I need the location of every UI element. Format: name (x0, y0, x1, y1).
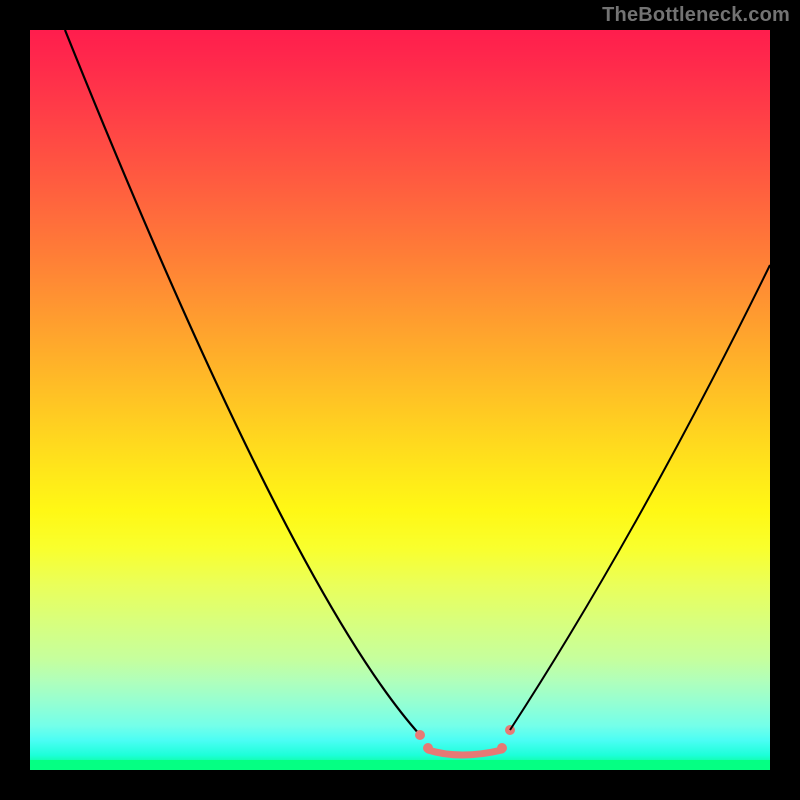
marker-right-2 (497, 743, 507, 753)
chart-container: TheBottleneck.com (0, 0, 800, 800)
plot-area (30, 30, 770, 770)
curve-left (65, 30, 420, 735)
watermark-text: TheBottleneck.com (602, 4, 790, 27)
bottom-run (428, 750, 502, 755)
curve-right (510, 265, 770, 730)
marker-left (415, 730, 425, 740)
curve-overlay (30, 30, 770, 770)
